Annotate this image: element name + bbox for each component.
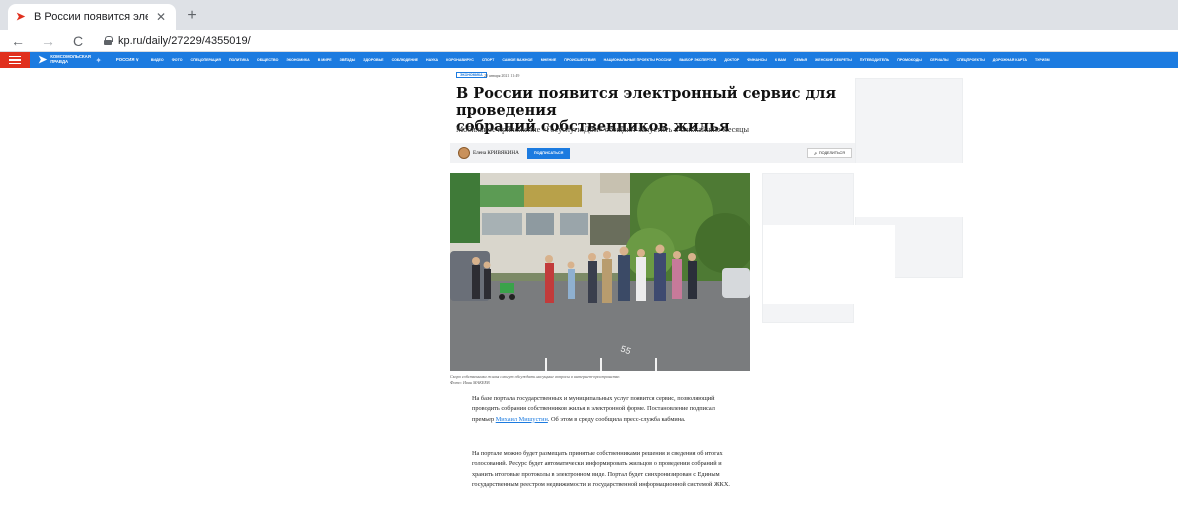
nav-item[interactable]: СПЕЦПРОЕКТЫ <box>956 58 984 62</box>
subscribe-button[interactable]: ПОДПИСАТЬСЯ <box>526 147 571 159</box>
nav-item[interactable]: ПРОМОКОДЫ <box>897 58 922 62</box>
url-text[interactable]: kp.ru/daily/27229/4355019/ <box>118 35 251 47</box>
caption-text: Скоро собственники жилья смогут обсуждат… <box>450 374 621 379</box>
nav-item[interactable]: СЕРИАЛЫ <box>930 58 949 62</box>
rubric-badge[interactable]: ЭКОНОМИКА <box>456 72 487 78</box>
back-arrow-icon[interactable]: ← <box>10 33 26 49</box>
article-subtitle: Мобильное приложение «Госуслуги.Дом» обе… <box>456 125 749 134</box>
article-paragraph-1: На базе портала государственных и муници… <box>472 394 734 425</box>
nav-item[interactable]: ТУРИЗМ <box>1035 58 1050 62</box>
author-bar: Елена КРИВЯКИНА ПОДПИСАТЬСЯ ⇗ ПОДЕЛИТЬСЯ <box>450 143 858 163</box>
ad-slot-white-top[interactable] <box>855 163 989 217</box>
browser-tab[interactable]: ➤ В России появится электронны ✕ <box>8 4 176 30</box>
reload-icon[interactable]: C <box>70 33 86 49</box>
nav-item[interactable]: ПУТЕВОДИТЕЛЬ <box>860 58 890 62</box>
nav-item[interactable]: ДОРОЖНАЯ КАРТА <box>993 58 1027 62</box>
nav-item[interactable]: ЖЕНСКИЕ СЕКРЕТЫ <box>815 58 852 62</box>
nav-item[interactable]: ДОКТОР <box>724 58 739 62</box>
nav-item[interactable]: ЗВЁЗДЫ <box>340 58 356 62</box>
address-bar[interactable]: kp.ru/daily/27229/4355019/ <box>104 35 251 47</box>
order-emblem-icon: ✦ <box>95 55 102 65</box>
forward-arrow-icon[interactable]: → <box>40 33 56 49</box>
nav-item[interactable]: ФОТО <box>172 58 183 62</box>
nav-item[interactable]: ЭКОНОМИКА <box>286 58 309 62</box>
main-nav: ВИДЕО ФОТО СПЕЦОПЕРАЦИЯ ПОЛИТИКА ОБЩЕСТВО ЭКО… <box>151 58 1178 62</box>
site-logo[interactable]: ➤ КОМСОМОЛЬСКАЯ ПРАВДА ✦ <box>38 53 102 66</box>
paragraph-1-text-b: . Об этом в среду сообщила пресс-служба … <box>547 415 686 423</box>
kp-logo-icon: ➤ <box>38 53 48 66</box>
hamburger-menu-icon[interactable] <box>0 52 30 68</box>
article-date: 20 января 2021 11:49 <box>484 73 520 78</box>
article-paragraph-2: На портале можно будет размещать приняты… <box>472 450 730 488</box>
region-selector[interactable]: РОССИЯ ∨ <box>116 57 139 63</box>
mishustin-link[interactable]: Михаил Мишустин <box>496 416 548 423</box>
nav-item[interactable]: ПОЛИТИКА <box>229 58 249 62</box>
headline-line-1: В России появится электронный сервис для… <box>456 85 837 119</box>
nav-item[interactable]: К ВАМ <box>775 58 786 62</box>
site-header: ➤ КОМСОМОЛЬСКАЯ ПРАВДА ✦ РОССИЯ ∨ ВИДЕО Ф… <box>0 52 1178 68</box>
page-content: ЭКОНОМИКА 20 января 2021 11:49 В России … <box>0 68 1178 510</box>
nav-item[interactable]: ПРОИСШЕСТВИЯ <box>564 58 595 62</box>
logo-text: КОМСОМОЛЬСКАЯ ПРАВДА <box>50 54 91 64</box>
author-avatar[interactable] <box>458 147 470 159</box>
courtyard-photo-image: 55 <box>450 173 750 371</box>
ad-slot-white-bottom[interactable] <box>763 225 895 304</box>
new-tab-button[interactable]: + <box>182 7 202 25</box>
share-button[interactable]: ⇗ ПОДЕЛИТЬСЯ <box>806 148 852 158</box>
nav-item[interactable]: ВИДЕО <box>151 58 164 62</box>
nav-item[interactable]: ОБЩЕСТВО <box>257 58 278 62</box>
share-icon: ⇗ <box>813 151 817 156</box>
nav-item[interactable]: НАЦИОНАЛЬНЫЕ ПРОЕКТЫ РОССИИ <box>604 58 672 62</box>
nav-item[interactable]: ФИНАНСЫ <box>747 58 767 62</box>
photo-caption: Скоро собственники жилья смогут обсуждат… <box>450 374 770 385</box>
article-photo[interactable]: 55 <box>450 173 750 371</box>
browser-tab-strip: ➤ В России появится электронны ✕ + <box>0 0 1178 30</box>
tab-close-icon[interactable]: ✕ <box>154 10 168 24</box>
nav-item[interactable]: МНЕНИЕ <box>541 58 557 62</box>
nav-item[interactable]: САМОЕ ВАЖНОЕ <box>502 58 532 62</box>
nav-item[interactable]: НАУКА <box>426 58 438 62</box>
nav-item[interactable]: СЕМЬЯ <box>794 58 807 62</box>
nav-item[interactable]: КОРОНАВИРУС <box>446 58 474 62</box>
nav-item[interactable]: В МИРЕ <box>318 58 332 62</box>
nav-item[interactable]: СПОРТ <box>482 58 495 62</box>
nav-item[interactable]: СОБЛЮДЕНИЕ <box>392 58 418 62</box>
kp-favicon-icon: ➤ <box>16 11 26 23</box>
share-label: ПОДЕЛИТЬСЯ <box>818 151 845 155</box>
nav-item[interactable]: ЗДОРОВЬЕ <box>363 58 383 62</box>
nav-item[interactable]: ВЫБОР ЭКСПЕРТОВ <box>679 58 716 62</box>
lock-icon[interactable] <box>104 36 113 45</box>
browser-toolbar: ← → C kp.ru/daily/27229/4355019/ <box>0 30 1178 52</box>
caption-credit: Фото: Иван МАКЕЕВ <box>450 379 490 385</box>
nav-item[interactable]: СПЕЦОПЕРАЦИЯ <box>191 58 221 62</box>
author-name[interactable]: Елена КРИВЯКИНА <box>473 150 519 156</box>
tab-title: В России появится электронны <box>34 11 148 23</box>
